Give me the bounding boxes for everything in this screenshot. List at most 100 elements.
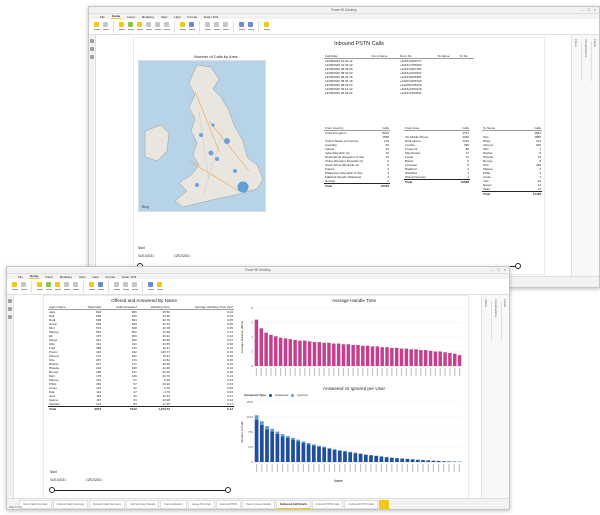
page-tab[interactable]: Voice Calls Summary <box>19 499 52 509</box>
new-measure-icon[interactable] <box>238 21 245 33</box>
map-bubble[interactable] <box>233 169 237 173</box>
visualizations-pane-label[interactable]: Visualizations <box>584 39 588 57</box>
ribbon-tab-home[interactable]: Home <box>28 274 40 279</box>
new-visual-icon[interactable] <box>204 21 211 33</box>
map-bubble[interactable] <box>224 138 230 144</box>
enter-data-icon[interactable] <box>72 281 79 293</box>
ribbon-tab-format[interactable]: Format <box>105 275 117 279</box>
more-visuals-icon[interactable] <box>222 21 229 33</box>
ribbon-tab-file[interactable]: File <box>17 275 24 279</box>
visualizations-pane-label[interactable]: Visualizations <box>494 299 498 317</box>
enter-data-icon[interactable] <box>154 21 161 33</box>
refresh-icon[interactable] <box>188 21 195 33</box>
text-box-icon[interactable] <box>122 281 129 293</box>
ribbon-tab-modeling[interactable]: Modeling <box>141 15 155 19</box>
excel-icon[interactable] <box>45 281 52 293</box>
table-row[interactable]: 12/08/2020 09:33:02 +441617460032 <box>324 91 474 95</box>
ribbon-tab-data-drill[interactable]: Data / Drill <box>203 15 219 19</box>
filters-pane-label[interactable]: Filters <box>484 299 488 307</box>
page-tab[interactable]: Network Calls Summary <box>89 499 126 509</box>
get-data-icon[interactable] <box>36 281 43 293</box>
ribbon-tab-insert[interactable]: Insert <box>126 15 136 19</box>
page-tab[interactable]: Inbound PSTN Calls <box>311 499 344 509</box>
aht-chart[interactable]: 0 2 4 6 8 Average Duration (Mins) <box>240 304 466 382</box>
page-tab[interactable]: Outbound Call Details <box>275 499 311 509</box>
minimize-icon[interactable]: – <box>491 268 493 272</box>
transform-data-icon[interactable] <box>88 281 95 293</box>
ribbon-tab-format[interactable]: Format <box>187 15 199 19</box>
close-icon[interactable]: × <box>594 8 596 12</box>
ribbon-tab-file[interactable]: File <box>99 15 106 19</box>
front-start-date-to[interactable]: 12/02/2021 <box>86 478 102 482</box>
paste-icon[interactable] <box>11 281 18 293</box>
call-details-table[interactable]: Call Date From Name From Tel To Name To Tel 1… <box>324 54 474 95</box>
maximize-icon[interactable]: □ <box>587 8 589 12</box>
more-visuals-icon[interactable] <box>131 281 138 293</box>
dataset-icon[interactable] <box>136 21 143 33</box>
model-view-icon[interactable] <box>90 55 94 59</box>
page-tab[interactable]: External PSTN <box>215 499 242 509</box>
front-date-slider-end-handle[interactable] <box>225 487 231 493</box>
map-bubble[interactable] <box>199 133 203 137</box>
cut-icon[interactable] <box>102 21 109 33</box>
report-view-icon[interactable] <box>90 39 94 43</box>
from-area-table[interactable]: From Area Calls 4757 UK Mobile Phone 3039 Not… <box>404 126 470 184</box>
calls-map[interactable]: Bing <box>138 60 266 212</box>
fields-pane-label[interactable]: Fields <box>593 39 597 47</box>
ribbon-tab-help[interactable]: Help <box>173 15 181 19</box>
recent-sources-icon[interactable] <box>163 21 170 33</box>
add-page-button[interactable]: + <box>378 499 389 509</box>
date-slider-end-handle[interactable] <box>515 263 521 269</box>
data-view-icon[interactable] <box>90 47 94 51</box>
front-start-date-from[interactable]: 01/01/2021 <box>50 478 66 482</box>
filters-pane-label[interactable]: Filters <box>574 39 578 47</box>
publish-icon[interactable] <box>263 21 270 33</box>
to-name-table[interactable]: To Name Calls 3981 Otto 1886 Rhea 214 Ahmed 209 O… <box>482 126 542 196</box>
report-view-icon[interactable] <box>8 299 12 303</box>
dataset-icon[interactable] <box>54 281 61 293</box>
legend-answered-label[interactable]: Answered <box>275 393 288 397</box>
page-tab[interactable]: Inbound Calls Summary <box>52 499 89 509</box>
answered-chart[interactable]: 0 375 750 1125 1500 Number of Calls <box>240 398 466 478</box>
page-tab[interactable]: Gauge Pie Chart <box>187 499 215 509</box>
map-bubble[interactable] <box>208 150 214 156</box>
ribbon-tab-insert[interactable]: Insert <box>44 275 54 279</box>
close-icon[interactable]: × <box>504 268 506 272</box>
paste-icon[interactable] <box>93 21 100 33</box>
front-date-slider-start-handle[interactable] <box>49 487 55 493</box>
map-bubble[interactable] <box>215 157 219 161</box>
refresh-icon[interactable] <box>97 281 104 293</box>
map-bubble[interactable] <box>211 123 215 127</box>
start-date-from[interactable]: 01/01/2021 <box>138 254 154 258</box>
text-box-icon[interactable] <box>213 21 220 33</box>
map-bubble-london[interactable] <box>237 181 249 193</box>
sql-icon[interactable] <box>145 21 152 33</box>
ribbon-tab-home[interactable]: Home <box>110 14 122 19</box>
fields-pane-label[interactable]: Fields <box>503 299 507 307</box>
maximize-icon[interactable]: □ <box>497 268 499 272</box>
start-date-to[interactable]: 12/02/2021 <box>174 254 190 258</box>
publish-icon[interactable] <box>156 281 163 293</box>
ribbon-tab-view[interactable]: View <box>78 275 86 279</box>
excel-icon[interactable] <box>127 21 134 33</box>
map-bubble[interactable] <box>195 183 199 187</box>
sql-icon[interactable] <box>63 281 70 293</box>
page-tab[interactable]: Outbound PSTN Calls <box>344 499 378 509</box>
quick-measure-icon[interactable] <box>247 21 254 33</box>
legend-ignored-label[interactable]: Ignored <box>297 393 307 397</box>
transform-data-icon[interactable] <box>179 21 186 33</box>
ribbon-tab-help[interactable]: Help <box>91 275 99 279</box>
ribbon-tab-modeling[interactable]: Modeling <box>59 275 73 279</box>
cut-icon[interactable] <box>20 281 27 293</box>
new-measure-icon[interactable] <box>147 281 154 293</box>
new-visual-icon[interactable] <box>113 281 120 293</box>
get-data-icon[interactable] <box>118 21 125 33</box>
page-tab[interactable]: Teams Adoption <box>160 499 187 509</box>
agent-table[interactable]: Agent Name Total Calls Calls Answered Handl… <box>48 305 234 411</box>
front-date-slider-track[interactable] <box>52 490 228 491</box>
model-view-icon[interactable] <box>8 315 12 319</box>
ribbon-tab-data-drill[interactable]: Data / Drill <box>121 275 137 279</box>
data-view-icon[interactable] <box>8 307 12 311</box>
page-tab[interactable]: Teams Queue Details <box>242 499 275 509</box>
minimize-icon[interactable]: – <box>581 8 583 12</box>
